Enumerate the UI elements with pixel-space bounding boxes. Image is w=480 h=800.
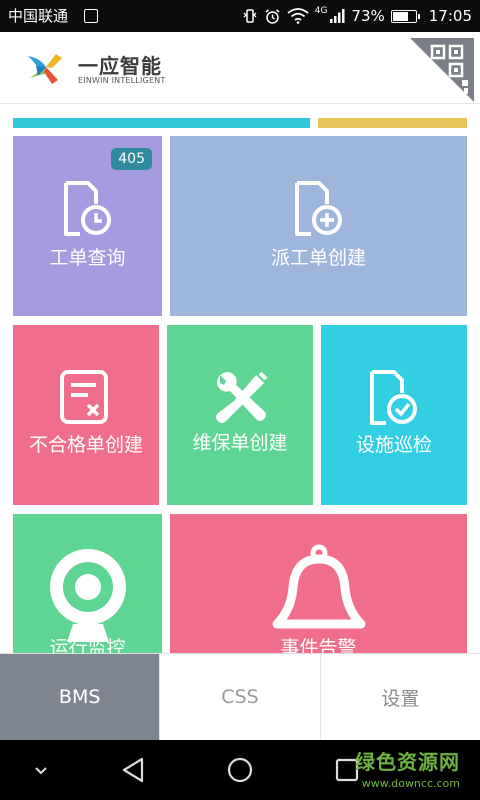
app-header: 一应智能 EINWIN INTELLIGENT <box>0 32 480 104</box>
tile-nonconformity-create[interactable]: 不合格单创建 <box>13 325 159 505</box>
tile-label: 运行监控 <box>49 637 126 653</box>
status-bar: 中国联通 4G 73% 17:05 <box>0 0 480 32</box>
watermark-url: www.downcc.com <box>361 777 460 790</box>
status-icons: 4G 73% 17:05 <box>242 6 472 26</box>
qr-code-icon[interactable] <box>410 38 474 102</box>
bell-icon <box>272 544 365 629</box>
tile-operation-monitor[interactable]: 运行监控 <box>13 514 162 653</box>
tab-bms[interactable]: BMS <box>0 654 160 740</box>
wrench-screwdriver-icon <box>216 371 268 423</box>
document-plus-icon <box>294 181 342 236</box>
document-x-icon <box>60 370 108 424</box>
system-navigation-bar: 绿色资源网 www.downcc.com <box>0 740 480 800</box>
network-type-label: 4G <box>314 6 328 16</box>
tile-label: 设施巡检 <box>355 434 432 456</box>
watermark-title: 绿色资源网 <box>355 750 460 774</box>
back-triangle-icon[interactable] <box>120 756 146 784</box>
document-check-icon <box>370 370 417 425</box>
tab-settings[interactable]: 设置 <box>319 654 480 740</box>
einwin-logo-icon <box>28 54 62 84</box>
vibrate-icon <box>243 9 257 23</box>
webcam-icon <box>49 549 126 642</box>
site-watermark: 绿色资源网 www.downcc.com <box>355 746 460 790</box>
tile-label: 事件告警 <box>280 637 357 653</box>
brand-name: 一应智能 <box>78 54 162 78</box>
clock-time: 17:05 <box>428 7 472 25</box>
pending-count-badge: 405 <box>111 148 152 170</box>
accent-stripe-cyan <box>13 118 310 128</box>
brand-subtitle: EINWIN INTELLIGENT <box>78 76 166 85</box>
tile-label: 工单查询 <box>49 247 126 269</box>
accent-stripe-yellow <box>318 118 467 128</box>
tile-label: 维保单创建 <box>192 432 288 454</box>
tile-event-alarm[interactable]: 事件告警 <box>170 514 467 653</box>
tab-css[interactable]: CSS <box>159 654 319 740</box>
tile-dispatch-order-create[interactable]: 派工单创建 <box>170 136 467 316</box>
document-clock-icon <box>63 181 111 236</box>
bottom-tab-bar: BMS CSS 设置 <box>0 653 480 740</box>
chevron-down-icon[interactable] <box>32 756 50 784</box>
carrier-name: 中国联通 <box>8 7 69 25</box>
battery-percent: 73% <box>351 7 385 25</box>
image-notification-icon <box>84 9 98 23</box>
home-circle-icon[interactable] <box>226 756 254 784</box>
wifi-icon <box>287 8 309 24</box>
battery-icon <box>390 9 420 23</box>
tile-maintenance-create[interactable]: 维保单创建 <box>167 325 313 505</box>
signal-icon <box>330 9 345 23</box>
tile-label: 派工单创建 <box>270 247 366 269</box>
tile-label: 不合格单创建 <box>28 434 143 456</box>
tile-facility-inspection[interactable]: 设施巡检 <box>321 325 467 505</box>
tile-work-order-query[interactable]: 405 工单查询 <box>13 136 162 316</box>
alarm-clock-icon <box>265 8 280 24</box>
